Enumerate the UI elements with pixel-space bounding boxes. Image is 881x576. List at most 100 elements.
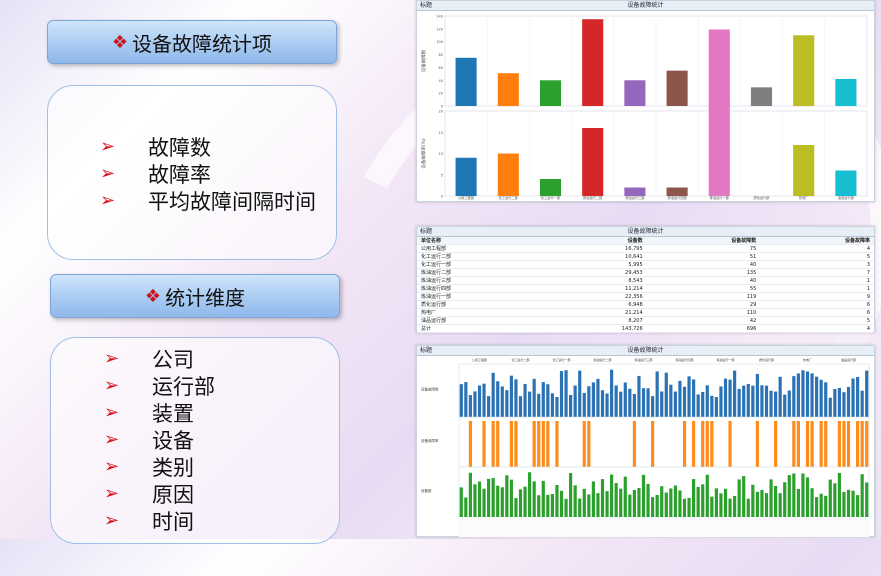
column-header: 设备故障数 [646,237,761,245]
bar [687,497,691,517]
bar [505,390,509,417]
bar [482,383,486,417]
bar [646,388,650,417]
bar [610,369,614,417]
stat-items-title-text: 设备故障统计项 [132,31,273,56]
table-cell: 热电厂 [417,308,548,317]
bar [518,489,523,517]
bar [833,389,837,417]
x-tick-label: 化工运行一部 [541,195,561,200]
table-row: 公用工程部 16,795 75 4 [417,244,874,253]
table-cell: 40 [646,276,761,285]
bar [774,421,778,467]
bar [846,386,851,417]
x-tick-label: 炼油运行三部 [625,195,645,200]
list-item-label: 平均故障间隔时间 [148,189,316,214]
bar [666,70,688,106]
table-row: 质化运行部 6,948 29 6 [417,300,874,309]
bar [819,379,823,417]
bar [473,484,477,517]
bar [714,488,718,517]
bar [632,393,636,417]
bar [810,488,814,517]
table-cell: 135 [646,268,761,277]
bar [641,474,646,517]
bar [464,382,468,417]
bar [856,421,860,467]
y-tick-label: 80 [439,53,443,57]
bar [477,385,482,417]
y-tick-label: 140 [436,15,443,19]
bar [655,371,659,417]
table-cell: 143,726 [547,324,647,333]
bar [569,394,573,417]
column-header: 设备故障率 [760,237,874,245]
bar [646,483,650,517]
bar [455,57,477,106]
bar [651,396,655,417]
bar [546,494,550,517]
bar [523,383,527,417]
group-header: 公用工程部 [472,357,487,362]
fault-bar-chart-panel: 标题 设备故障统计 140 120 100 80 60 40 20 0 设备故障数 20 15 10 5… [416,0,875,202]
bar [828,479,832,517]
bar [473,391,477,417]
bar [559,490,564,517]
y-tick-label: 60 [439,66,443,70]
bar [632,490,636,517]
bar [846,489,851,517]
fault-bar-chart: 140120100806040200设备故障数20151050设备故障率(%)公… [420,15,868,200]
y-tick-label: 20 [439,92,443,96]
fault-table: 单位名称 设备数 设备故障数 设备故障率 公用工程部 16,795 75 4 化工运行二部 10,… [417,237,874,333]
y-tick-label: 100 [436,40,443,44]
bar [860,421,864,467]
panel-title-bar: 标题 设备故障统计 [417,346,874,356]
column-header: 设备数 [547,237,647,245]
bar [805,477,810,517]
bar [582,421,586,467]
bar [701,421,705,467]
table-cell: 8,543 [547,276,647,285]
dimensions-title-text: 统计维度 [165,285,246,310]
table-row: 总计 143,726 696 4 [417,324,874,333]
bar [573,385,577,417]
bar [509,375,513,417]
bar [532,481,536,517]
bar [468,421,472,467]
table-cell: 炼油运行二部 [417,268,548,277]
bar [587,386,591,417]
y-tick-label: 5 [441,173,443,177]
bar [801,370,805,417]
bar [764,385,769,417]
bar [564,370,568,417]
bar [793,35,815,106]
bar [701,391,705,417]
bar [842,421,846,467]
y-tick-label: 20 [439,110,443,114]
bar [696,486,700,517]
list-item: ➢ 原因 [104,480,215,507]
x-tick-label: 热电厂 [799,195,809,200]
bar [491,421,495,467]
list-item: ➢ 公司 [104,345,215,372]
bar [555,484,559,517]
bar [755,421,759,467]
bar [856,376,860,417]
list-item-label: 原因 [152,482,194,507]
bar [682,421,687,467]
bar [837,472,841,517]
x-tick-label: 炼油运行四部 [668,195,688,200]
bar [828,397,832,417]
table-cell: 6,948 [547,300,647,309]
bar [491,372,495,417]
y-tick-label: 120 [436,27,443,31]
bar [505,475,509,517]
bar [692,479,696,517]
bar [792,376,796,417]
bar [605,491,609,517]
bar [487,478,491,517]
bar [624,80,646,106]
y-axis-label: 设备故障率(%) [420,138,427,169]
bar [500,487,504,517]
x-tick-band [459,517,869,537]
